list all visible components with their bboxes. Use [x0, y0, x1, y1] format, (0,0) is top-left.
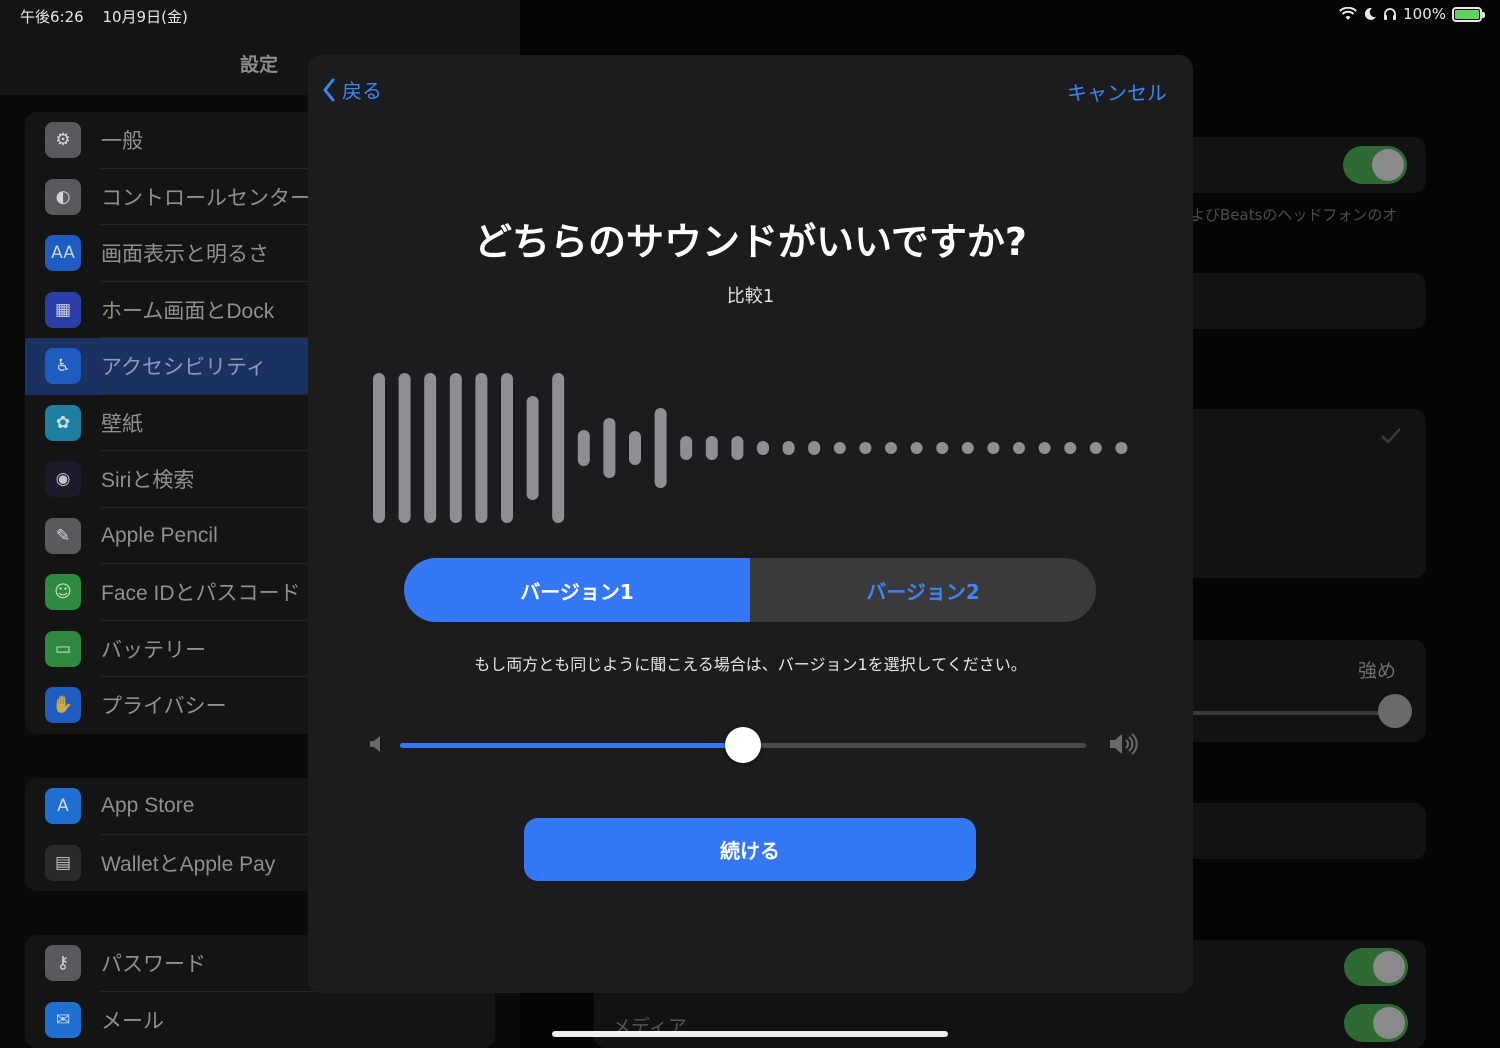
sidebar-item-label: Face IDとパスコード	[101, 582, 301, 606]
back-label: 戻る	[342, 79, 382, 103]
sidebar-title: 設定	[240, 54, 279, 76]
waveform-bar	[731, 436, 744, 460]
waveform-bar	[910, 442, 923, 454]
waveform-bar	[501, 373, 513, 523]
toggles-icon: ◐	[45, 178, 81, 215]
grid-icon: ▦	[45, 291, 81, 328]
waveform-bar	[526, 396, 539, 500]
battery-percent: 100%	[1403, 5, 1446, 23]
battery-icon	[1452, 6, 1485, 22]
face-id-icon: ☺	[45, 574, 81, 611]
waveform-bar	[885, 442, 897, 454]
headphones-icon	[1384, 8, 1397, 20]
sidebar-item-label: ホーム画面とDock	[101, 299, 275, 323]
waveform-bar	[859, 442, 872, 454]
sidebar-item-label: Siriと検索	[101, 469, 195, 493]
sidebar-item-label: コントロールセンター	[101, 186, 311, 210]
pencil-icon: ✎	[45, 517, 81, 554]
chevron-left-icon	[323, 78, 335, 101]
waveform-bar	[1038, 442, 1051, 454]
detail-toggle[interactable]	[1343, 146, 1407, 184]
waveform-bar	[1115, 442, 1128, 454]
waveform-bar	[552, 373, 565, 523]
moon-icon	[1364, 7, 1377, 20]
status-bar: 午後6:26 10月9日(金) 100%	[0, 0, 1500, 30]
app-store-icon: A	[45, 788, 81, 825]
waveform-bar	[629, 431, 641, 465]
waveform-bar	[705, 436, 718, 460]
waveform-bar	[1089, 442, 1102, 454]
continue-button[interactable]: 続ける	[524, 818, 976, 881]
status-time: 午後6:26	[20, 8, 84, 26]
version-2-option[interactable]: バージョン2	[750, 558, 1096, 622]
detail-footnote: よびBeatsのヘッドフォンのオ	[1190, 206, 1398, 224]
sidebar-item-label: アクセシビリティ	[101, 356, 267, 380]
accessibility-icon: ♿	[45, 348, 81, 385]
checkmark-icon	[1381, 428, 1401, 444]
sidebar-item-label: プライバシー	[101, 695, 227, 719]
home-indicator	[552, 1031, 948, 1037]
selection-hint: もし両方とも同じように聞こえる場合は、バージョン1を選択してください。	[474, 655, 1027, 674]
mail-icon: ✉	[45, 1001, 81, 1038]
back-button[interactable]: 戻る	[322, 75, 382, 104]
waveform-bar	[1064, 442, 1077, 454]
siri-icon: ◉	[45, 461, 81, 498]
sidebar-item-label: バッテリー	[101, 638, 206, 662]
text-size-icon: AA	[45, 235, 81, 272]
waveform-bar	[424, 373, 437, 523]
volume-low-icon	[370, 736, 380, 752]
waveform-bar	[577, 430, 590, 466]
waveform-bar	[808, 441, 821, 455]
volume-slider-fill	[400, 743, 743, 748]
volume-slider-row	[368, 727, 1138, 763]
version-segmented-control: バージョン1 バージョン2	[404, 558, 1096, 622]
sidebar-item-label: WalletとApple Pay	[101, 852, 276, 876]
battery-icon: ▭	[45, 630, 81, 667]
waveform-bar	[961, 442, 974, 454]
key-icon: ⚷	[45, 945, 81, 982]
waveform-bar	[373, 373, 385, 523]
waveform-bar	[680, 436, 693, 460]
waveform-bar	[654, 408, 667, 488]
hand-icon: ✋	[45, 687, 81, 724]
wifi-icon	[1339, 7, 1357, 20]
sidebar-item-label: パスワード	[101, 953, 206, 977]
strength-label: 強め	[1357, 660, 1396, 682]
waveform-bar	[987, 442, 1000, 454]
waveform-bar	[603, 418, 616, 478]
waveform-bar	[782, 441, 795, 455]
media-toggle-1[interactable]	[1344, 948, 1408, 986]
sidebar-item-label: メール	[101, 1009, 164, 1033]
media-toggle-2[interactable]	[1344, 1004, 1408, 1042]
volume-high-icon	[1110, 733, 1138, 755]
version-1-option[interactable]: バージョン1	[404, 558, 750, 622]
status-date: 10月9日(金)	[102, 8, 188, 26]
sidebar-item-label: 画面表示と明るさ	[101, 243, 269, 267]
audio-waveform	[373, 373, 1128, 523]
waveform-bar	[449, 373, 462, 523]
sidebar-item-label: 壁紙	[101, 412, 143, 436]
sound-comparison-sheet: 戻る キャンセル どちらのサウンドがいいですか? 比較1 バージョン1 バージョ…	[308, 55, 1193, 993]
volume-slider[interactable]	[400, 727, 1086, 763]
flower-icon: ✿	[45, 404, 81, 441]
sidebar-item[interactable]: ✉ メール	[25, 992, 495, 1048]
sidebar-item-label: Apple Pencil	[101, 523, 218, 547]
cancel-button[interactable]: キャンセル	[1067, 77, 1167, 106]
volume-slider-thumb[interactable]	[725, 727, 761, 763]
sheet-title: どちらのサウンドがいいですか?	[474, 220, 1027, 264]
waveform-bar	[475, 373, 488, 523]
waveform-bar	[833, 442, 846, 454]
comparison-label: 比較1	[726, 286, 775, 307]
wallet-icon: ▤	[45, 844, 81, 881]
waveform-bar	[1013, 442, 1025, 454]
gear-icon: ⚙	[45, 122, 81, 159]
sidebar-item-label: 一般	[101, 130, 143, 154]
sidebar-item-label: App Store	[101, 794, 195, 818]
waveform-bar	[936, 442, 949, 454]
waveform-bar	[398, 373, 411, 523]
detail-slider-thumb[interactable]	[1378, 694, 1412, 728]
waveform-bar	[757, 441, 769, 455]
